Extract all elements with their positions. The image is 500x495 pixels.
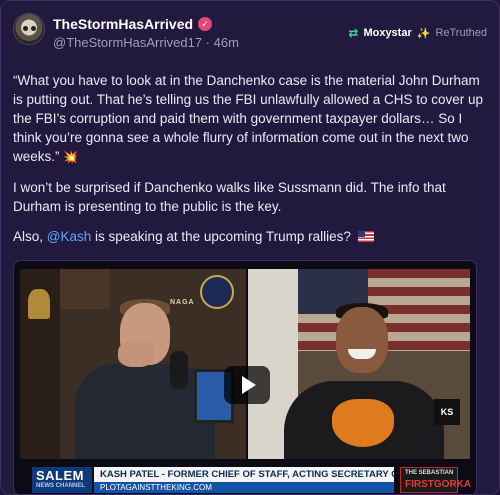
retruth-user[interactable]: Moxystar — [363, 27, 411, 39]
play-button[interactable] — [224, 366, 270, 404]
post-paragraph-3: Also, @Kash is speaking at the upcoming … — [13, 227, 487, 246]
show-logo: THE SEBASTIAN FIRSTGORKA — [400, 467, 471, 493]
wall-shelf — [60, 269, 110, 309]
skull-eye-right — [31, 26, 36, 31]
seal-label: NAGA — [170, 299, 195, 306]
post-time[interactable]: 46m — [214, 35, 239, 50]
video-pane-guest: KS — [248, 269, 470, 459]
name-line: TheStormHasArrived ✓ — [53, 16, 213, 32]
seal-emblem — [200, 275, 234, 309]
us-flag-icon — [357, 231, 374, 242]
collision-burst-icon: 💥 — [63, 150, 79, 164]
ks-sign: KS — [434, 399, 460, 425]
avatar[interactable] — [13, 13, 45, 45]
post-card: TheStormHasArrived ✓ @TheStormHasArrived… — [0, 0, 500, 495]
paragraph-3-suffix: is speaking at the upcoming Trump rallie… — [95, 229, 351, 244]
network-name: SALEM — [36, 468, 84, 483]
paragraph-3-prefix: Also, — [13, 229, 44, 244]
guest-figure-head — [336, 307, 388, 373]
retruth-arrows-icon: ⇄ — [348, 26, 359, 40]
retruth-label: ReTruthed — [435, 27, 487, 39]
retruth-indicator: ⇄ Moxystar ✨ ReTruthed — [348, 26, 487, 40]
network-sub: NEWS CHANNEL — [36, 483, 85, 489]
skull-eye-left — [23, 26, 28, 31]
show-logo-top: THE SEBASTIAN — [405, 470, 454, 476]
video-player[interactable]: NAGA KS SALEM NEWS CHANNEL KASH PATEL - … — [13, 260, 477, 494]
video-pane-host: NAGA — [20, 269, 246, 459]
chyron-main: KASH PATEL - FORMER CHIEF OF STAFF, ACTI… — [94, 467, 394, 482]
hoodie-graphic — [332, 399, 394, 447]
paragraph-1-text: “What you have to look at in the Danchen… — [13, 73, 484, 164]
post-body: “What you have to look at in the Danchen… — [13, 71, 487, 257]
mention-link[interactable]: @Kash — [47, 229, 91, 244]
chyron-sub: PLOTAGAINSTTHEKING.COM — [94, 482, 394, 493]
separator: · — [205, 35, 210, 50]
show-logo-main: FIRSTGORKA — [405, 479, 472, 490]
handle-line: @TheStormHasArrived17 · 46m — [53, 35, 239, 50]
bust-figurine — [28, 289, 50, 319]
lower-third: SALEM NEWS CHANNEL KASH PATEL - FORMER C… — [32, 467, 472, 493]
play-icon — [242, 376, 256, 394]
post-paragraph-1: “What you have to look at in the Danchen… — [13, 71, 487, 167]
verified-check-icon: ✓ — [198, 17, 213, 31]
microphone — [170, 351, 188, 389]
post-header: TheStormHasArrived ✓ @TheStormHasArrived… — [13, 13, 489, 53]
display-name[interactable]: TheStormHasArrived — [53, 16, 193, 32]
host-figure-hand — [118, 341, 154, 367]
user-handle[interactable]: @TheStormHasArrived17 — [53, 35, 202, 50]
sparkle-icon: ✨ — [416, 27, 431, 40]
network-logo: SALEM NEWS CHANNEL — [32, 467, 92, 493]
post-paragraph-2: I won’t be surprised if Danchenko walks … — [13, 180, 446, 214]
